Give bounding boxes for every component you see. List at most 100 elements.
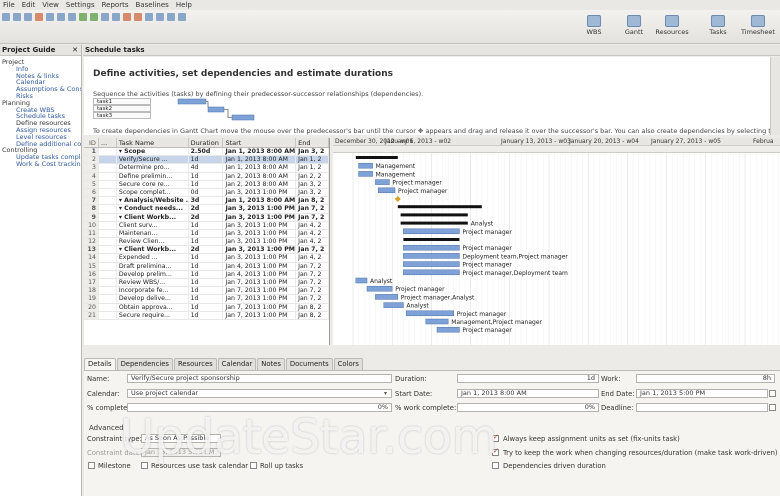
gantt-summary-bar[interactable]	[355, 156, 398, 159]
resources-calendar-checkbox[interactable]	[141, 462, 148, 469]
tab-calendar[interactable]: Calendar	[217, 358, 257, 370]
filter-icon[interactable]	[167, 13, 175, 21]
table-row[interactable]: 19 Develop delive... 1d Jan 7, 2013 1:00 PM…	[84, 295, 329, 304]
calendar-select[interactable]: Use project calendar	[127, 389, 392, 398]
outdent-icon[interactable]	[112, 13, 120, 21]
table-row[interactable]: 3 Determine pro... 4d Jan 1, 2013 8:00 AM Ja…	[84, 164, 329, 173]
table-row[interactable]: 9 ▾ Client Workb... 2d Jan 3, 2013 1:00 PM J…	[84, 213, 329, 222]
table-row[interactable]: 2 Verify/Secure ... 1d Jan 1, 2013 8:00 AM J…	[84, 156, 329, 165]
deadline-field[interactable]	[636, 403, 768, 412]
close-icon[interactable]: ✕	[72, 45, 78, 56]
view-timesheet-button[interactable]: Timesheet	[740, 15, 776, 43]
tab-documents[interactable]: Documents	[285, 358, 333, 370]
deps-driven-checkbox[interactable]	[492, 462, 499, 469]
table-row[interactable]: 6 Scope complet... 0d Jan 3, 2013 1:00 PM Ja…	[84, 188, 329, 198]
gantt-task-bar[interactable]	[403, 244, 460, 251]
instructions-scrollbar[interactable]	[770, 57, 780, 135]
table-row[interactable]: 11 Maintenan... 1d Jan 3, 2013 1:00 PM Jan 4…	[84, 229, 329, 239]
gantt-task-bar[interactable]	[375, 294, 399, 300]
work-driven-checkbox[interactable]	[492, 447, 499, 456]
gantt-summary-bar[interactable]	[403, 238, 460, 241]
guide-item[interactable]: Assumptions & Constraints	[0, 86, 81, 93]
menu-baselines[interactable]: Baselines	[135, 1, 168, 9]
guide-item[interactable]: Risks	[0, 93, 81, 100]
paste-icon[interactable]	[68, 13, 76, 21]
gantt-task-bar[interactable]	[403, 269, 460, 276]
unlink-icon[interactable]	[134, 13, 142, 21]
start-date-field[interactable]: Jan 1, 2013 8:00 AM	[457, 389, 599, 398]
guide-item[interactable]: Define additional costs	[0, 141, 81, 148]
menu-reports[interactable]: Reports	[102, 1, 129, 9]
table-row[interactable]: 20 Obtain approva... 1d Jan 7, 2013 1:00 PM…	[84, 303, 329, 312]
gantt-task-bar[interactable]	[403, 261, 460, 267]
menu-view[interactable]: View	[42, 1, 59, 9]
gantt-task-bar[interactable]	[358, 162, 373, 169]
col-task-name[interactable]: Task Name	[117, 138, 189, 147]
copy-icon[interactable]	[57, 13, 65, 21]
zoom-in-icon[interactable]	[145, 13, 153, 21]
gantt-summary-bar[interactable]	[397, 205, 482, 209]
table-row[interactable]: 5 Secure core re... 1d Jan 2, 2013 8:00 AM J…	[84, 180, 329, 189]
gantt-task-bar[interactable]	[403, 253, 460, 259]
table-row[interactable]: 4 Define prelimin... 1d Jan 2, 2013 8:00 AM…	[84, 172, 329, 181]
tab-colors[interactable]: Colors	[333, 358, 363, 370]
col-end[interactable]: End	[296, 138, 329, 147]
zoom-out-icon[interactable]	[156, 13, 164, 21]
menu-edit[interactable]: Edit	[22, 1, 36, 9]
view-gantt-button[interactable]: Gantt	[616, 15, 652, 43]
table-row[interactable]: 7 ▾ Analysis/Website ... 3d Jan 1, 2013 8:0…	[84, 197, 329, 206]
indent-icon[interactable]	[101, 13, 109, 21]
tab-notes[interactable]: Notes	[257, 358, 285, 370]
table-row[interactable]: 16 Develop prelim... 1d Jan 4, 2013 1:00 PM…	[84, 270, 329, 279]
gantt-task-bar[interactable]	[375, 179, 390, 185]
table-row[interactable]: 13 ▾ Client Workb... 2d Jan 3, 2013 1:00 PM…	[84, 246, 329, 255]
col-duration[interactable]: Duration	[189, 138, 224, 147]
guide-item[interactable]: Update tasks completion	[0, 154, 81, 161]
col-start[interactable]: Start	[223, 138, 297, 147]
view-resources-button[interactable]: Resources	[654, 15, 690, 43]
new-icon[interactable]	[2, 13, 10, 21]
print-icon[interactable]	[35, 13, 43, 21]
gantt-task-bar[interactable]	[358, 171, 373, 177]
open-icon[interactable]	[13, 13, 21, 21]
cut-icon[interactable]	[46, 13, 54, 21]
guide-item[interactable]: Controlling	[0, 147, 81, 154]
guide-item[interactable]: Schedule tasks	[0, 113, 81, 120]
deadline-picker-icon[interactable]	[769, 404, 776, 411]
tab-details[interactable]: Details	[84, 358, 116, 370]
tab-resources[interactable]: Resources	[173, 358, 217, 370]
gantt-task-bar[interactable]	[403, 228, 460, 235]
guide-item[interactable]: Assign resources	[0, 127, 81, 134]
gantt-summary-bar[interactable]	[400, 221, 468, 225]
table-row[interactable]: 18 Incorporate fe... 1d Jan 7, 2013 1:00 PM…	[84, 287, 329, 296]
guide-item[interactable]: Info	[0, 66, 81, 73]
constraint-date-field[interactable]: Jan 15, 2013 5:00 PM	[141, 448, 221, 457]
guide-item[interactable]: Level resources	[0, 134, 81, 141]
save-icon[interactable]	[24, 13, 32, 21]
duration-field[interactable]: 1d	[457, 374, 599, 383]
table-row[interactable]: 17 Review WBS/... 1d Jan 7, 2013 1:00 PM Jan…	[84, 279, 329, 288]
milestone-checkbox[interactable]	[88, 462, 95, 469]
guide-item[interactable]: Work & Cost tracking	[0, 161, 81, 168]
gantt-task-bar[interactable]	[436, 326, 460, 333]
menu-file[interactable]: File	[3, 1, 15, 9]
gantt-task-bar[interactable]	[366, 285, 393, 292]
end-date-picker-icon[interactable]	[769, 390, 776, 397]
table-row[interactable]: 21 Secure require... 1d Jan 7, 2013 1:00 PM…	[84, 311, 329, 320]
percent-work-complete-field[interactable]: 0%	[457, 403, 599, 412]
constraint-type-select[interactable]: As Soon As Possible	[141, 434, 221, 443]
guide-item[interactable]: Planning	[0, 100, 81, 107]
gantt-task-bar[interactable]	[383, 302, 404, 308]
col-menu[interactable]: ...	[99, 138, 117, 147]
view-wbs-button[interactable]: WBS	[576, 15, 612, 43]
table-row[interactable]: 1 ▾ Scope 2.50d Jan 1, 2013 8:00 AM Jan 3, 2	[84, 148, 329, 157]
table-row[interactable]: 15 Draft prelimina... 1d Jan 4, 2013 1:00 P…	[84, 262, 329, 271]
find-icon[interactable]	[178, 13, 186, 21]
view-tasks-button[interactable]: Tasks	[700, 15, 736, 43]
col-id[interactable]: ID	[84, 138, 99, 147]
redo-icon[interactable]	[90, 13, 98, 21]
undo-icon[interactable]	[79, 13, 87, 21]
fix-units-checkbox[interactable]	[492, 433, 499, 442]
menu-help[interactable]: Help	[176, 1, 192, 9]
table-row[interactable]: 12 Review Clien... 1d Jan 3, 2013 1:00 PM Ja…	[84, 238, 329, 247]
